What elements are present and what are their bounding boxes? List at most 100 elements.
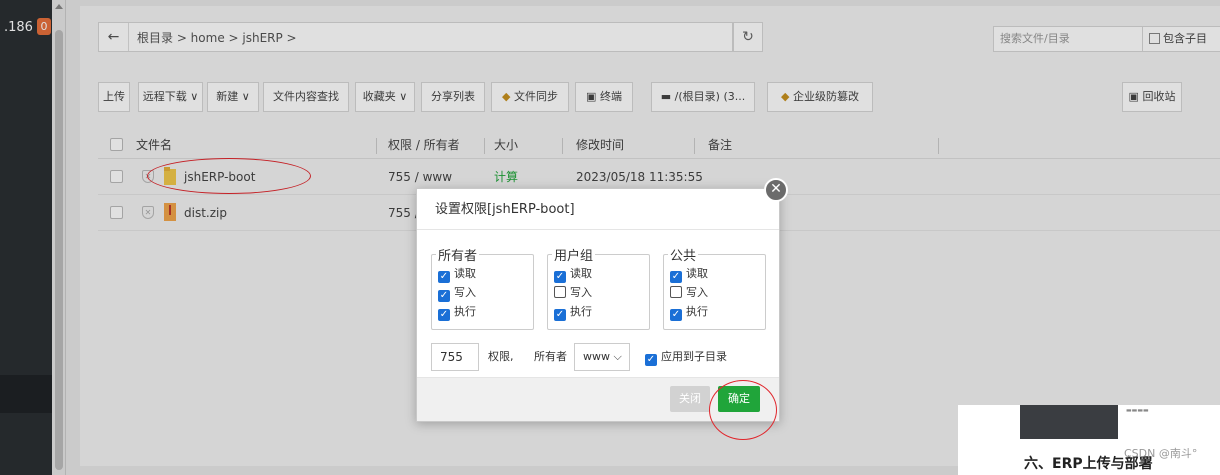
disk-label: /(根目录) (3... <box>674 90 746 103</box>
group-label: 所有者 <box>438 249 478 264</box>
group-label: 用户组 <box>554 249 594 264</box>
perm-label: 读取 <box>686 267 708 280</box>
usergroup-group: 用户组 ✓ 读取 写入 ✓ 执行 <box>547 245 650 330</box>
perm-number-input[interactable]: 755 <box>431 343 479 371</box>
perm-label: 写入 <box>570 286 592 299</box>
new-button[interactable]: 新建 ∨ <box>207 82 259 112</box>
checkbox-checked-icon[interactable]: ✓ <box>438 290 450 302</box>
row-checkbox[interactable] <box>110 170 123 183</box>
close-button[interactable]: 关闭 <box>670 386 710 412</box>
scroll-thumb[interactable] <box>55 30 63 470</box>
calc-size-link[interactable]: 计算 <box>494 163 518 191</box>
include-subdir-checkbox[interactable]: 包含子目 <box>1143 26 1220 52</box>
group-read-checkbox[interactable]: ✓ 读取 <box>554 264 649 283</box>
apply-subdir-label: 应用到子目录 <box>661 350 727 363</box>
owner-select[interactable]: www ⌵ <box>574 343 630 371</box>
share-list-button[interactable]: 分享列表 <box>421 82 485 112</box>
disk-button[interactable]: ▬ /(根目录) (3... <box>651 82 755 112</box>
watermark: CSDN @南斗° <box>1124 447 1198 460</box>
thumbnail-text: ▬▬▬▬ <box>1126 407 1149 414</box>
group-write-checkbox[interactable]: 写入 <box>554 283 649 302</box>
owner-write-checkbox[interactable]: ✓ 写入 <box>438 283 533 302</box>
checkbox-checked-icon[interactable]: ✓ <box>438 309 450 321</box>
file-perm[interactable]: 755 / <box>388 199 419 227</box>
column-divider <box>938 138 939 154</box>
arrow-left-icon[interactable]: ← <box>99 23 129 51</box>
select-all-checkbox[interactable] <box>110 138 123 151</box>
disk-icon: ▬ <box>660 90 672 103</box>
gem-icon: ◆ <box>781 90 790 103</box>
perm-label: 读取 <box>454 267 476 280</box>
left-sidebar: .186 0 <box>0 0 52 475</box>
perm-label: 写入 <box>686 286 708 299</box>
chevron-down-icon: ⌵ <box>613 350 622 363</box>
checkbox-checked-icon[interactable]: ✓ <box>670 309 682 321</box>
preview-thumbnail: ▬▬▬▬ 六、ERP上传与部署 CSDN @南斗° <box>958 405 1220 475</box>
tamper-label: 企业级防篡改 <box>792 90 859 103</box>
header-note[interactable]: 备注 <box>708 131 732 159</box>
row-checkbox[interactable] <box>110 206 123 219</box>
perm-label: 读取 <box>570 267 592 280</box>
owner-group: 所有者 ✓ 读取 ✓ 写入 ✓ 执行 <box>431 245 534 330</box>
checkbox-icon[interactable] <box>1149 33 1160 44</box>
checkbox-checked-icon[interactable]: ✓ <box>554 309 566 321</box>
scroll-up-icon[interactable] <box>55 4 63 9</box>
close-icon[interactable]: ✕ <box>764 178 788 202</box>
shield-icon: ✕ <box>142 206 154 219</box>
file-mtime: 2023/05/18 11:35:55 <box>576 170 703 184</box>
gem-icon: ◆ <box>502 90 511 103</box>
content-search-button[interactable]: 文件内容查找 <box>263 82 349 112</box>
owner-select-value: www <box>583 350 610 363</box>
perm-label: 写入 <box>454 286 476 299</box>
header-name[interactable]: 文件名 <box>136 131 172 159</box>
sidebar-active-item[interactable] <box>0 375 52 413</box>
file-name[interactable]: dist.zip <box>184 199 227 227</box>
checkbox-checked-icon[interactable]: ✓ <box>670 271 682 283</box>
recycle-label: 回收站 <box>1142 90 1176 103</box>
table-header: 文件名 权限 / 所有者 大小 修改时间 备注 <box>98 131 1220 159</box>
checkbox-checked-icon[interactable]: ✓ <box>438 271 450 283</box>
favorites-button[interactable]: 收藏夹 ∨ <box>355 82 415 112</box>
perm-label: 执行 <box>686 305 708 318</box>
search-input[interactable]: 搜索文件/目录 <box>993 26 1143 52</box>
file-sync-button[interactable]: ◆ 文件同步 <box>491 82 569 112</box>
terminal-icon: ▣ <box>586 90 597 103</box>
checkbox-checked-icon[interactable]: ✓ <box>554 271 566 283</box>
terminal-button[interactable]: ▣ 终端 <box>575 82 633 112</box>
apply-subdir-checkbox[interactable]: ✓ 应用到子目录 <box>645 343 727 371</box>
header-mtime[interactable]: 修改时间 <box>576 131 624 159</box>
group-exec-checkbox[interactable]: ✓ 执行 <box>554 302 649 321</box>
column-divider <box>484 138 485 154</box>
sidebar-scrollbar[interactable] <box>52 0 66 475</box>
checkbox-unchecked-icon[interactable] <box>670 286 682 298</box>
notification-badge[interactable]: 0 <box>37 18 51 35</box>
column-divider <box>376 138 377 154</box>
dialog-title: 设置权限[jshERP-boot] <box>417 189 779 230</box>
header-size[interactable]: 大小 <box>494 131 518 159</box>
breadcrumb[interactable]: 根目录 > home > jshERP > <box>129 29 297 46</box>
recycle-bin-button[interactable]: ▣ 回收站 <box>1122 82 1182 112</box>
owner-label-text: 所有者 <box>534 350 567 363</box>
tamper-protect-button[interactable]: ◆ 企业级防篡改 <box>767 82 873 112</box>
owner-read-checkbox[interactable]: ✓ 读取 <box>438 264 533 283</box>
checkbox-unchecked-icon[interactable] <box>554 286 566 298</box>
file-sync-label: 文件同步 <box>513 90 558 103</box>
public-exec-checkbox[interactable]: ✓ 执行 <box>670 302 765 321</box>
perm-label: 执行 <box>570 305 592 318</box>
header-perm[interactable]: 权限 / 所有者 <box>388 131 460 159</box>
public-read-checkbox[interactable]: ✓ 读取 <box>670 264 765 283</box>
checkbox-checked-icon[interactable]: ✓ <box>645 354 657 366</box>
public-write-checkbox[interactable]: 写入 <box>670 283 765 302</box>
thumbnail-image <box>1020 405 1118 439</box>
owner-exec-checkbox[interactable]: ✓ 执行 <box>438 302 533 321</box>
perm-label: 执行 <box>454 305 476 318</box>
annotation-ellipse <box>709 380 777 440</box>
refresh-icon[interactable]: ↻ <box>733 22 763 52</box>
include-subdir-label: 包含子目 <box>1163 32 1207 45</box>
path-bar[interactable]: ← 根目录 > home > jshERP > <box>98 22 733 52</box>
annotation-ellipse <box>147 158 311 194</box>
remote-download-button[interactable]: 远程下载 ∨ <box>138 82 203 112</box>
group-label: 公共 <box>670 249 697 264</box>
file-perm[interactable]: 755 / www <box>388 163 452 191</box>
upload-button[interactable]: 上传 <box>98 82 130 112</box>
